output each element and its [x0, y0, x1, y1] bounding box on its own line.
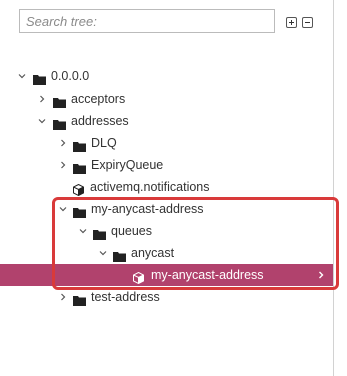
- chevron-right-icon[interactable]: [58, 132, 68, 154]
- tree-node-label: acceptors: [71, 92, 126, 106]
- folder-icon: [93, 225, 106, 240]
- chevron-down-icon[interactable]: [78, 220, 88, 242]
- tree-node-queues[interactable]: queues: [0, 220, 333, 242]
- tree-node-label: my-anycast-address: [91, 202, 204, 216]
- collapse-all-button[interactable]: [302, 17, 313, 28]
- chevron-down-icon[interactable]: [37, 110, 47, 132]
- tree-node-activemq-notifications[interactable]: activemq.notifications: [0, 176, 333, 198]
- tree-node-acceptors[interactable]: acceptors: [0, 88, 333, 110]
- tree-node-label: activemq.notifications: [90, 180, 210, 194]
- tree-node-dlq[interactable]: DLQ: [0, 132, 333, 154]
- tree-node-label: addresses: [71, 114, 129, 128]
- chevron-down-icon[interactable]: [98, 242, 108, 264]
- tree-node-label: my-anycast-address: [151, 268, 264, 282]
- folder-icon: [73, 159, 86, 174]
- tree-node-my-anycast-address-queue[interactable]: my-anycast-address: [0, 264, 333, 286]
- chevron-right-icon[interactable]: [37, 88, 47, 110]
- folder-icon: [33, 70, 46, 85]
- chevron-right-icon[interactable]: [58, 154, 68, 176]
- tree-node-my-anycast-address[interactable]: my-anycast-address: [0, 198, 333, 220]
- folder-icon: [73, 203, 86, 218]
- tree-node-addresses[interactable]: addresses: [0, 110, 333, 132]
- panel-divider: [333, 0, 334, 376]
- folder-icon: [53, 115, 66, 130]
- tree-node-label: anycast: [131, 246, 175, 260]
- cube-icon: [73, 181, 85, 197]
- search-tree-input[interactable]: [20, 10, 274, 32]
- tree-node-broker[interactable]: 0.0.0.0: [0, 65, 333, 87]
- jmx-tree-panel: 0.0.0.0 acceptors addresses DLQ: [0, 0, 347, 376]
- chevron-down-icon[interactable]: [58, 198, 68, 220]
- tree-node-label: test-address: [91, 290, 160, 304]
- cube-icon: [133, 269, 145, 285]
- tree-node-anycast[interactable]: anycast: [0, 242, 333, 264]
- folder-icon: [53, 93, 66, 108]
- chevron-right-icon[interactable]: [58, 286, 68, 308]
- chevron-down-icon[interactable]: [17, 65, 27, 87]
- tree-node-label: DLQ: [91, 136, 117, 150]
- search-tree-box[interactable]: [19, 9, 275, 33]
- chevron-right-icon: [315, 264, 325, 286]
- expand-all-button[interactable]: [286, 17, 297, 28]
- folder-icon: [73, 291, 86, 306]
- tree-node-test-address[interactable]: test-address: [0, 286, 333, 308]
- tree-node-label: queues: [111, 224, 153, 238]
- folder-icon: [73, 137, 86, 152]
- folder-icon: [113, 247, 126, 262]
- tree-node-label: ExpiryQueue: [91, 158, 164, 172]
- tree-node-label: 0.0.0.0: [51, 69, 90, 83]
- tree-node-expiry-queue[interactable]: ExpiryQueue: [0, 154, 333, 176]
